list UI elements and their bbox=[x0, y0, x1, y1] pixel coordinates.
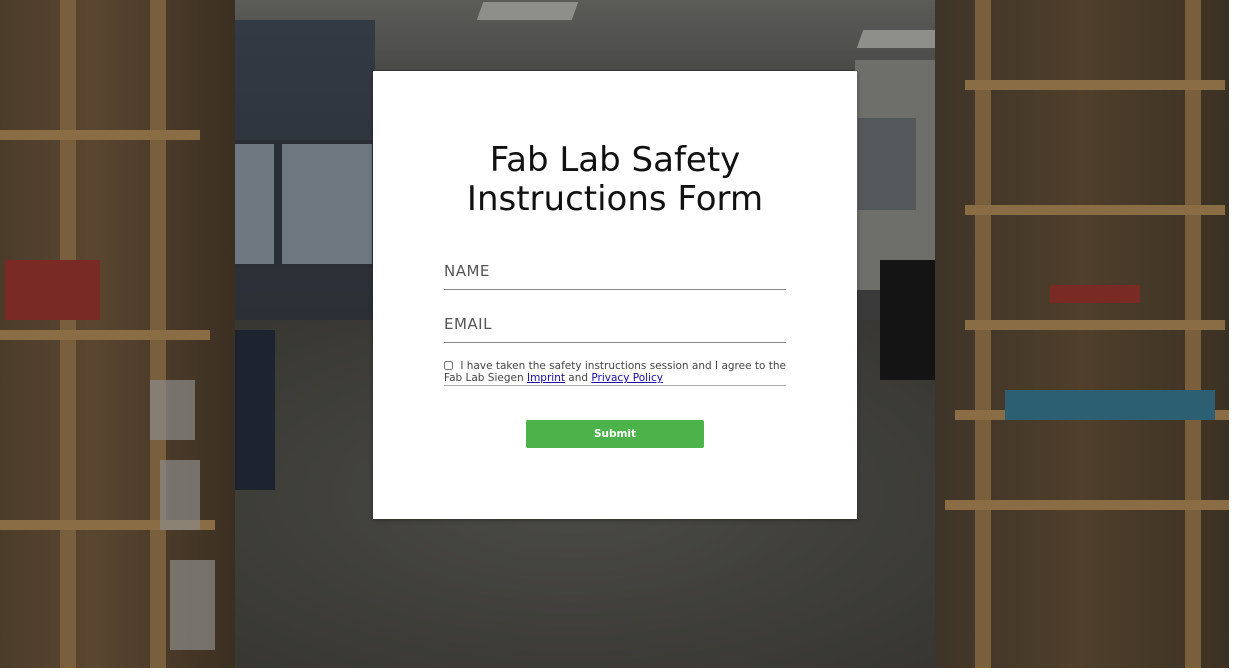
shelf-plank bbox=[965, 320, 1225, 330]
shelf-plank bbox=[0, 130, 200, 140]
left-shelf bbox=[0, 0, 235, 668]
right-shelf bbox=[935, 0, 1229, 668]
red-box bbox=[1050, 285, 1140, 303]
imprint-link[interactable]: Imprint bbox=[527, 372, 565, 384]
shelf-post bbox=[1185, 0, 1201, 668]
office-chair bbox=[880, 260, 940, 380]
storage-bin bbox=[160, 460, 200, 530]
consent-text-and: and bbox=[564, 372, 592, 384]
safety-form-card: Fab Lab Safety Instructions Form I have … bbox=[373, 71, 857, 519]
consent-checkbox[interactable] bbox=[444, 361, 453, 370]
shelf-plank bbox=[945, 500, 1229, 510]
form-title-line2: Instructions Form bbox=[466, 179, 764, 219]
teal-parts bbox=[1005, 390, 1215, 420]
consent-row: I have taken the safety instructions ses… bbox=[444, 360, 786, 386]
storage-bin bbox=[150, 380, 195, 440]
red-box bbox=[5, 260, 100, 320]
window bbox=[278, 140, 376, 268]
shelf-plank bbox=[0, 330, 210, 340]
shelf-post bbox=[975, 0, 991, 668]
storage-bin bbox=[170, 560, 215, 650]
ceiling-light bbox=[476, 2, 579, 20]
poster bbox=[858, 118, 916, 210]
shelf-plank bbox=[965, 205, 1225, 215]
submit-button[interactable]: Submit bbox=[526, 420, 704, 448]
email-input[interactable] bbox=[444, 312, 786, 343]
privacy-policy-link[interactable]: Privacy Policy bbox=[591, 372, 663, 384]
form-title: Fab Lab Safety Instructions Form bbox=[373, 141, 857, 219]
shelf-plank bbox=[965, 80, 1225, 90]
name-input[interactable] bbox=[444, 259, 786, 290]
form-title-line1: Fab Lab Safety bbox=[489, 140, 741, 180]
